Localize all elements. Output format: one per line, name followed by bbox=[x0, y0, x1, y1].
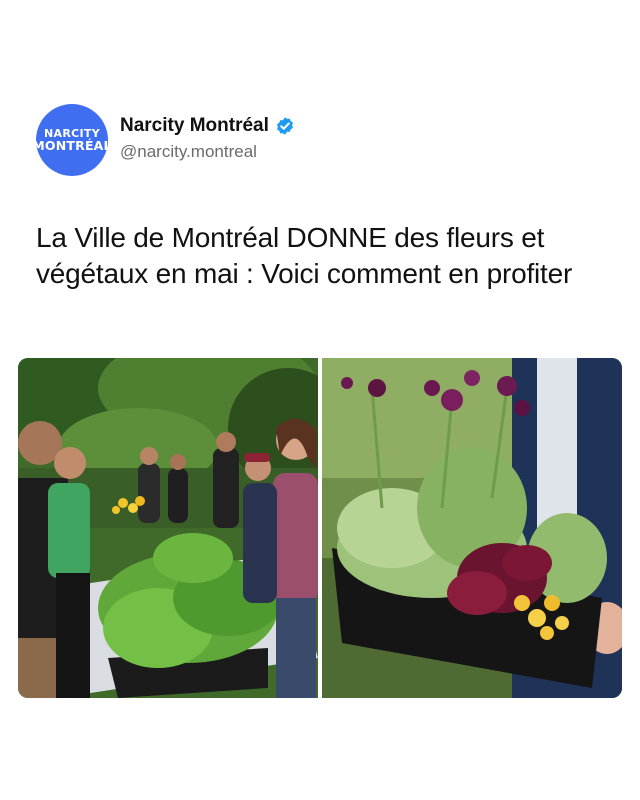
account-handle[interactable]: @narcity.montreal bbox=[120, 142, 295, 162]
name-row: Narcity Montréal bbox=[120, 115, 295, 137]
photo-flower-tray[interactable] bbox=[322, 358, 622, 698]
avatar[interactable]: NARCITY MONTRÉAL bbox=[32, 104, 112, 176]
account-identity: Narcity Montréal @narcity.montreal bbox=[120, 115, 295, 162]
post-header: NARCITY MONTRÉAL Narcity Montréal @narci… bbox=[32, 104, 295, 176]
account-name[interactable]: Narcity Montréal bbox=[120, 115, 269, 137]
post-headline: La Ville de Montréal DONNE des fleurs et… bbox=[36, 222, 573, 289]
verified-badge-icon bbox=[275, 116, 295, 136]
post-card: NARCITY MONTRÉAL Narcity Montréal @narci… bbox=[0, 0, 640, 800]
avatar-line-2: MONTRÉAL bbox=[32, 138, 112, 154]
photo-plant-giveaway-crowd[interactable] bbox=[18, 358, 318, 698]
